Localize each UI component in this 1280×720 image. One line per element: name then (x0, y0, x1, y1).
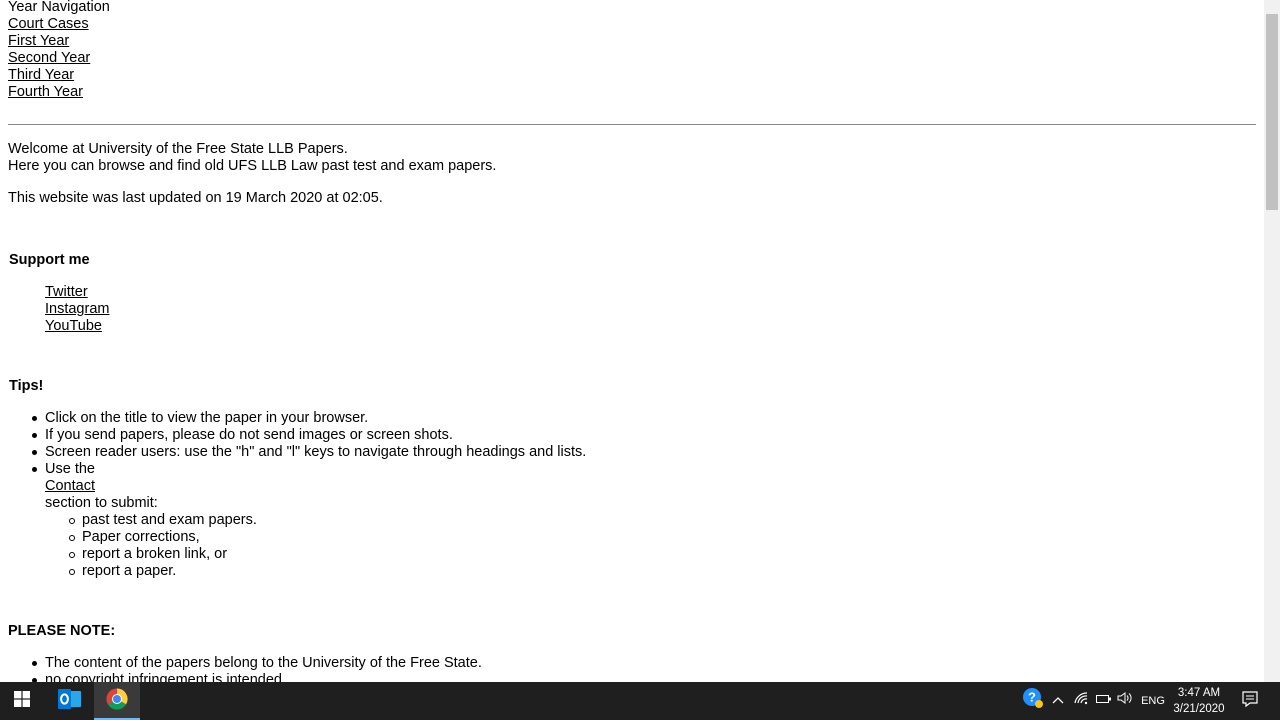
chevron-up-icon (1052, 693, 1064, 710)
action-center-button[interactable] (1234, 682, 1266, 720)
submit-item: report a paper. (45, 563, 586, 580)
battery-tray-button[interactable] (1094, 682, 1114, 720)
browser-viewport: Year Navigation Court Cases First Year S… (0, 0, 1264, 682)
twitter-link[interactable]: Twitter (45, 284, 109, 301)
tip-item: Screen reader users: use the "h" and "l"… (8, 444, 586, 461)
tip-item-contact: Use the Contact section to submit: past … (8, 461, 586, 580)
svg-text:?: ? (1028, 690, 1036, 705)
windows-start-icon (14, 690, 30, 712)
instagram-link[interactable]: Instagram (45, 301, 109, 318)
clock-date: 3/21/2020 (1173, 703, 1225, 715)
submit-text: Paper corrections, (82, 529, 200, 545)
nav-link-first-year[interactable]: First Year (8, 33, 110, 50)
input-language[interactable]: ENG (1138, 682, 1168, 720)
chrome-icon (106, 688, 128, 715)
submit-text: report a paper. (82, 563, 177, 579)
support-links: Twitter Instagram YouTube (45, 284, 109, 335)
vertical-scrollbar[interactable] (1264, 0, 1280, 682)
tip-text: Screen reader users: use the "h" and "l"… (45, 444, 587, 460)
submit-item: past test and exam papers. (45, 512, 586, 529)
submit-item: report a broken link, or (45, 546, 586, 563)
nav-link-fourth-year[interactable]: Fourth Year (8, 84, 110, 101)
intro: Welcome at University of the Free State … (8, 141, 496, 175)
nav-link-second-year[interactable]: Second Year (8, 50, 110, 67)
note-list: The content of the papers belong to the … (8, 655, 482, 682)
scrollbar-thumb[interactable] (1266, 14, 1278, 210)
browse-text: Here you can browse and find old UFS LLB… (8, 158, 497, 174)
tip-item: Click on the title to view the paper in … (8, 410, 586, 427)
windows-taskbar: ? ENG 3:47 AM 3/21/2020 (0, 682, 1280, 720)
submit-text: report a broken link, or (82, 546, 228, 562)
tip-text: If you send papers, please do not send i… (45, 427, 453, 443)
network-tray-button[interactable] (1070, 682, 1092, 720)
tip-text: Click on the title to view the paper in … (45, 410, 369, 426)
start-button[interactable] (0, 682, 44, 720)
support-heading: Support me (9, 252, 90, 268)
note-text: no copyright infringement is intended. (45, 672, 287, 682)
year-navigation: Year Navigation Court Cases First Year S… (8, 0, 110, 101)
battery-icon (1096, 693, 1112, 710)
submit-list: past test and exam papers. Paper correct… (45, 512, 586, 580)
tips-list: Click on the title to view the paper in … (8, 410, 586, 580)
volume-icon (1117, 691, 1133, 711)
clock-time: 3:47 AM (1177, 687, 1221, 699)
note-heading: PLEASE NOTE: (8, 623, 116, 639)
submit-item: Paper corrections, (45, 529, 586, 546)
welcome-text: Welcome at University of the Free State … (8, 141, 348, 157)
divider (8, 124, 1256, 125)
use-the-text: Use the (45, 461, 95, 477)
note-text: The content of the papers belong to the … (45, 655, 482, 671)
youtube-link[interactable]: YouTube (45, 318, 109, 335)
nav-link-court-cases[interactable]: Court Cases (8, 16, 110, 33)
submit-text: past test and exam papers. (82, 512, 257, 528)
note-item: no copyright infringement is intended. (8, 672, 482, 682)
last-updated-text: This website was last updated on 19 Marc… (8, 190, 383, 206)
contact-link[interactable]: Contact (45, 478, 586, 495)
help-tray-button[interactable]: ? (1020, 682, 1046, 720)
notification-icon (1241, 690, 1259, 713)
tip-item: If you send papers, please do not send i… (8, 427, 586, 444)
outlook-taskbar-button[interactable] (47, 682, 93, 720)
tips-heading: Tips! (9, 378, 44, 394)
nav-heading: Year Navigation (8, 0, 110, 15)
help-icon: ? (1022, 687, 1044, 715)
volume-tray-button[interactable] (1115, 682, 1135, 720)
show-hidden-icons-button[interactable] (1048, 682, 1068, 720)
chrome-taskbar-button[interactable] (94, 682, 140, 720)
outlook-icon (58, 688, 82, 715)
nav-link-third-year[interactable]: Third Year (8, 67, 110, 84)
note-item: The content of the papers belong to the … (8, 655, 482, 672)
wifi-icon (1073, 691, 1089, 711)
clock[interactable]: 3:47 AM 3/21/2020 (1168, 682, 1230, 720)
section-to-submit-text: section to submit: (45, 495, 158, 511)
